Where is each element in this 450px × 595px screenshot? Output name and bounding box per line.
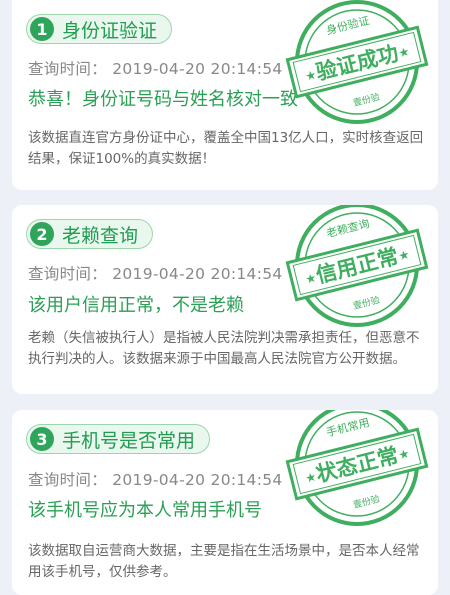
section-number-badge: 3 (30, 427, 54, 451)
stamp-bottom-text: 壹份验 (352, 294, 381, 312)
section-title-pill: 1 身份证验证 (26, 14, 173, 44)
description: 该数据取自运营商大数据，主要是指在生活场景中，是否本人经常用该手机号，仅供参考。 (28, 543, 420, 580)
query-time: 查询时间： 2019-04-20 20:14:54 (28, 471, 283, 489)
section-title: 手机号是否常用 (62, 429, 196, 452)
card-dishonest-check: 2 老赖查询 查询时间： 2019-04-20 20:14:54 该用户信用正常… (12, 205, 438, 394)
section-title-pill: 3 手机号是否常用 (26, 424, 211, 454)
section-number-badge: 2 (30, 222, 54, 246)
section-title: 老赖查询 (62, 224, 139, 247)
stamp-bottom-text: 壹份验 (352, 493, 381, 511)
section-title-pill: 2 老赖查询 (26, 219, 154, 249)
stamp-bottom-text: 壹份验 (352, 91, 381, 109)
card-phone-usage: 3 手机号是否常用 查询时间： 2019-04-20 20:14:54 该手机号… (12, 410, 438, 595)
verified-stamp-icon: 身份验证 ★ ★ 验证成功 壹份验 (285, 0, 429, 124)
result-text: 恭喜！身份证号码与姓名核对一致 (28, 89, 298, 110)
section-number-badge: 1 (30, 17, 54, 41)
status-normal-stamp-icon: 手机常用 ★ ★ 状态正常 壹份验 (285, 410, 429, 526)
card-id-verification: 1 身份证验证 查询时间： 2019-04-20 20:14:54 恭喜！身份证… (12, 0, 438, 190)
result-text: 该手机号应为本人常用手机号 (28, 500, 262, 521)
credit-normal-stamp-icon: 老赖查询 ★ ★ 信用正常 壹份验 (285, 205, 429, 327)
query-time: 查询时间： 2019-04-20 20:14:54 (28, 60, 283, 78)
query-time: 查询时间： 2019-04-20 20:14:54 (28, 265, 283, 283)
result-text: 该用户信用正常，不是老赖 (28, 295, 244, 316)
section-title: 身份证验证 (62, 19, 158, 42)
description: 该数据直连官方身份证中心，覆盖全中国13亿人口，实时核查返回结果，保证100%的… (28, 130, 424, 167)
